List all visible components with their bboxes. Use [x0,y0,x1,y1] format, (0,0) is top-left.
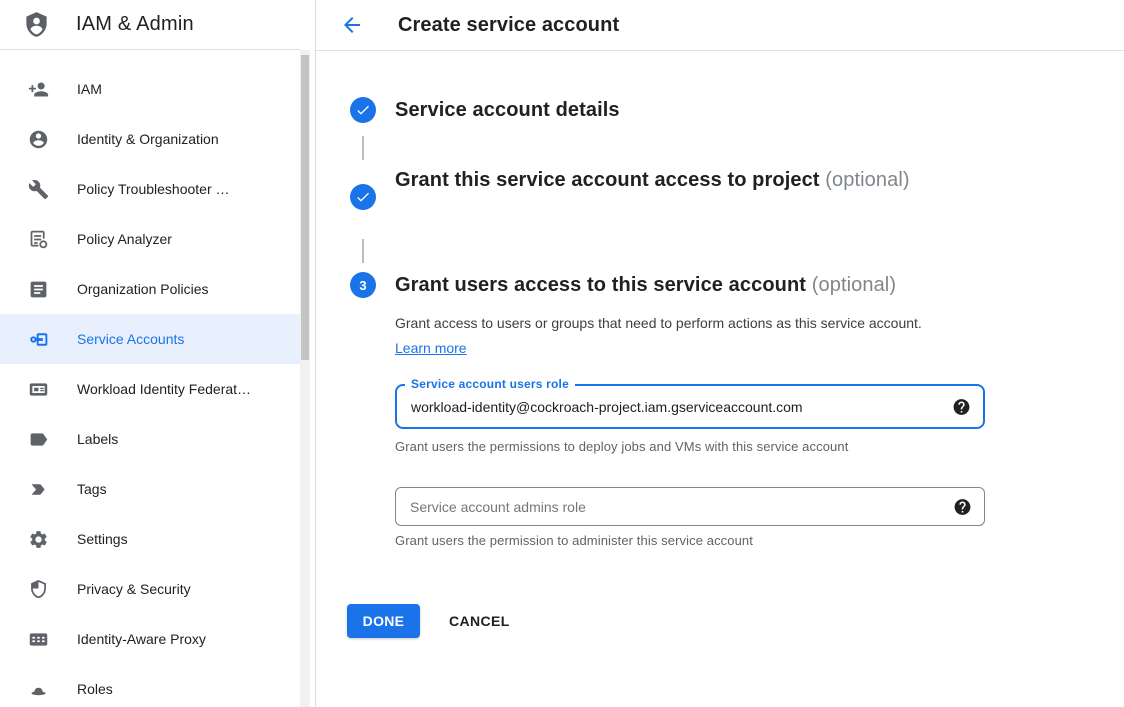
sidebar-item-label: Privacy & Security [77,581,191,597]
identity-card-icon [26,377,50,401]
sidebar-item-label: IAM [77,81,102,97]
person-add-icon [26,77,50,101]
sidebar-item-label: Policy Troubleshooter … [77,181,230,197]
sidebar-item-roles[interactable]: Roles [0,664,300,707]
roles-hat-icon [26,677,50,701]
cancel-button[interactable]: CANCEL [449,604,510,638]
step2-title-text: Grant this service account access to pro… [395,169,820,191]
page-title: Create service account [398,14,619,37]
service-account-icon [26,327,50,351]
step-connector [362,136,364,160]
service-account-users-role-field: Service account users role [395,384,985,429]
iam-admin-console: IAM & Admin IAM Identity & Organization Po… [0,0,1124,707]
step1-title: Service account details [395,93,620,127]
sidebar-item-policy-analyzer[interactable]: Policy Analyzer [0,214,300,264]
iam-shield-logo-icon [22,11,50,39]
step3-number-badge: 3 [350,272,376,298]
sidebar-item-policy-troubleshooter[interactable]: Policy Troubleshooter … [0,164,300,214]
step3-description-text: Grant access to users or groups that nee… [395,315,922,331]
sidebar-item-organization-policies[interactable]: Organization Policies [0,264,300,314]
learn-more-link[interactable]: Learn more [395,340,467,356]
admins-role-input[interactable] [410,488,930,525]
sidebar-item-label: Service Accounts [77,331,184,347]
sidebar-item-label: Organization Policies [77,281,209,297]
help-icon[interactable] [953,497,972,516]
users-role-helper-text: Grant users the permissions to deploy jo… [395,439,848,454]
step1-complete-check-icon [350,97,376,123]
sidebar-item-service-accounts[interactable]: Service Accounts [0,314,300,364]
create-service-account-form: Service account details Grant this servi… [316,51,1124,707]
sidebar-item-label: Labels [77,431,118,447]
back-arrow-icon[interactable] [340,13,364,37]
tag-icon [26,477,50,501]
sidebar-scrollbar[interactable] [300,50,310,707]
sidebar-item-labels[interactable]: Labels [0,414,300,464]
done-button[interactable]: DONE [347,604,420,638]
sidebar-item-label: Identity & Organization [77,131,219,147]
service-account-admins-role-field [395,487,985,526]
sidebar-item-label: Roles [77,681,113,697]
sidebar-item-label: Workload Identity Federat… [77,381,251,397]
step3-number: 3 [359,278,366,293]
step1-title-text: Service account details [395,99,620,121]
sidebar-item-identity-aware-proxy[interactable]: Identity-Aware Proxy [0,614,300,664]
step3-title-text: Grant users access to this service accou… [395,274,806,296]
sidebar-header: IAM & Admin [0,0,300,50]
step2-title: Grant this service account access to pro… [395,163,955,197]
sidebar-item-identity-organization[interactable]: Identity & Organization [0,114,300,164]
step3-title: Grant users access to this service accou… [395,268,1075,302]
policy-analyzer-icon [26,227,50,251]
sidebar-item-label: Tags [77,481,107,497]
step3-description: Grant access to users or groups that nee… [395,311,957,361]
sidebar-item-settings[interactable]: Settings [0,514,300,564]
step2-complete-check-icon [350,184,376,210]
scrollbar-thumb[interactable] [301,55,309,360]
shield-half-icon [26,577,50,601]
sidebar-item-label: Policy Analyzer [77,231,172,247]
identity-person-icon [26,127,50,151]
step2-optional-text: (optional) [825,169,909,191]
sidebar-item-iam[interactable]: IAM [0,64,300,114]
sidebar-item-label: Identity-Aware Proxy [77,631,206,647]
sidebar-item-privacy-security[interactable]: Privacy & Security [0,564,300,614]
users-role-input[interactable] [411,386,931,427]
wrench-icon [26,177,50,201]
document-lines-icon [26,277,50,301]
step-connector [362,239,364,263]
label-icon [26,427,50,451]
sidebar-nav: IAM Identity & Organization Policy Trouble… [0,64,300,707]
sidebar-item-label: Settings [77,531,128,547]
product-name: IAM & Admin [76,13,194,36]
topbar: Create service account [316,0,1124,51]
help-icon[interactable] [952,397,971,416]
sidebar: IAM & Admin IAM Identity & Organization Po… [0,0,315,707]
step3-optional-text: (optional) [812,274,896,296]
proxy-icon [26,627,50,651]
gear-icon [26,527,50,551]
sidebar-item-tags[interactable]: Tags [0,464,300,514]
admins-role-helper-text: Grant users the permission to administer… [395,533,753,548]
sidebar-item-workload-identity-federat[interactable]: Workload Identity Federat… [0,364,300,414]
